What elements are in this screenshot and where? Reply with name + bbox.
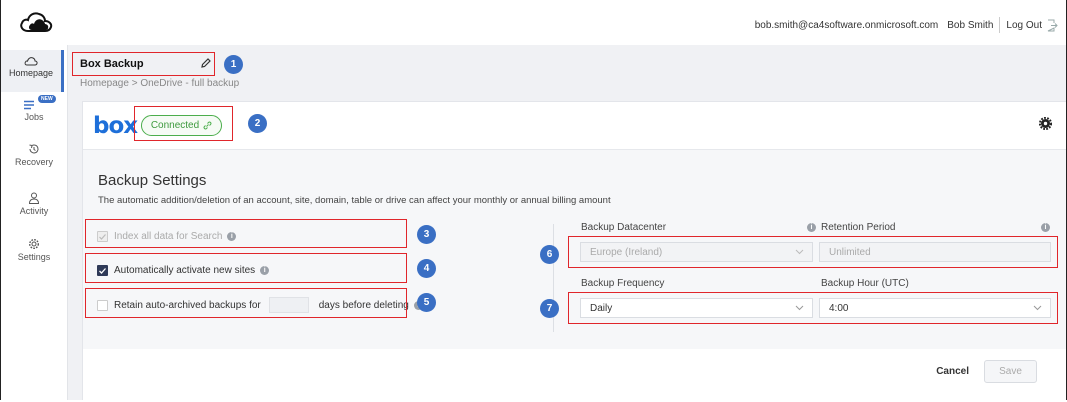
retention-label: Retention Period <box>821 222 896 233</box>
new-badge: NEW <box>38 95 56 103</box>
cancel-button[interactable]: Cancel <box>936 366 969 377</box>
divider <box>999 17 1001 33</box>
info-icon[interactable]: i <box>807 223 816 232</box>
sidebar-item-label: Homepage <box>8 68 54 78</box>
datacenter-label: Backup Datacenter <box>581 222 667 233</box>
save-button[interactable]: Save <box>984 360 1037 383</box>
app-frame: bob.smith@ca4software.onmicrosoft.com Bo… <box>0 0 1067 400</box>
cloud-icon <box>24 57 38 66</box>
annotation-box-5 <box>85 288 407 318</box>
sidebar-item-settings[interactable]: Settings <box>1 238 67 278</box>
frequency-label: Backup Frequency <box>581 278 665 289</box>
person-icon <box>28 192 40 204</box>
info-icon[interactable]: i <box>1041 223 1050 232</box>
breadcrumb[interactable]: Homepage > OneDrive - full backup <box>80 78 239 89</box>
user-name[interactable]: Bob Smith <box>947 20 993 31</box>
restore-icon <box>29 144 39 154</box>
top-bar: bob.smith@ca4software.onmicrosoft.com Bo… <box>1 0 1066 46</box>
sidebar-item-jobs[interactable]: NEW Jobs <box>1 95 67 137</box>
annotation-number-2: 2 <box>248 114 267 133</box>
gear-icon <box>28 238 40 250</box>
settings-gear-icon[interactable] <box>1039 117 1052 130</box>
sidebar: Homepage NEW Jobs Recovery Activity Sett… <box>1 45 68 400</box>
annotation-box-4 <box>85 253 407 283</box>
box-logo: box <box>93 113 138 139</box>
hour-label: Backup Hour (UTC) <box>821 278 909 289</box>
card-footer: Cancel Save <box>83 354 1066 400</box>
annotation-box-7 <box>568 292 1058 324</box>
sidebar-item-label: Jobs <box>24 112 44 122</box>
annotation-number-3: 3 <box>417 225 436 244</box>
sidebar-item-recovery[interactable]: Recovery <box>1 143 67 183</box>
section-description: The automatic addition/deletion of an ac… <box>98 195 611 206</box>
logout-icon <box>1047 19 1058 31</box>
annotation-number-7: 7 <box>540 299 559 318</box>
logout-label: Log Out <box>1006 19 1042 31</box>
user-menu: bob.smith@ca4software.onmicrosoft.com Bo… <box>755 17 1058 33</box>
list-icon <box>24 100 34 110</box>
sidebar-item-label: Settings <box>17 252 51 262</box>
annotation-number-1: 1 <box>224 55 243 74</box>
annotation-box-3 <box>85 219 407 248</box>
annotation-number-5: 5 <box>417 293 436 312</box>
sidebar-item-activity[interactable]: Activity <box>1 192 67 232</box>
sidebar-item-label: Recovery <box>14 157 53 167</box>
annotation-number-4: 4 <box>417 259 436 278</box>
logout-button[interactable]: Log Out <box>1006 19 1058 32</box>
annotation-box-2 <box>134 106 233 141</box>
sidebar-item-homepage[interactable]: Homepage <box>1 50 64 92</box>
section-title: Backup Settings <box>98 172 207 189</box>
annotation-box-1 <box>72 52 215 76</box>
app-logo-icon[interactable] <box>19 11 53 36</box>
sidebar-item-label: Activity <box>19 206 49 216</box>
annotation-box-6 <box>568 236 1058 268</box>
annotation-number-6: 6 <box>540 245 559 264</box>
user-email: bob.smith@ca4software.onmicrosoft.com <box>754 19 939 31</box>
